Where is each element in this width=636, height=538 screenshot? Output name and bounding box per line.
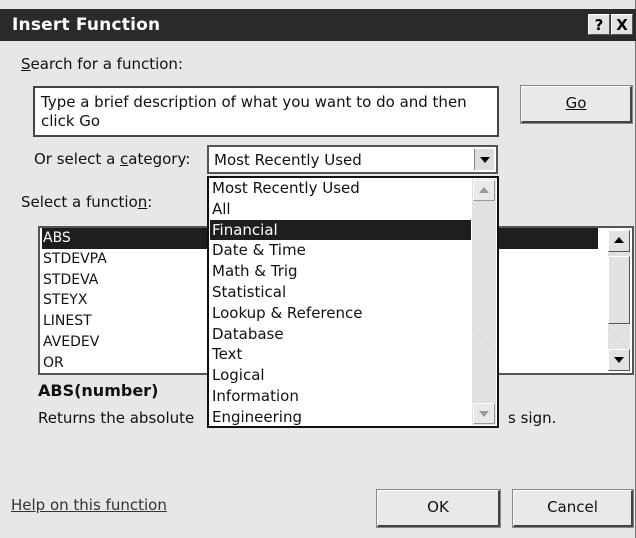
scroll-down-icon xyxy=(473,403,495,424)
function-list-scrollbar[interactable] xyxy=(608,230,630,371)
scroll-up-icon xyxy=(473,180,495,201)
function-list-label: Select a function: xyxy=(21,193,152,211)
function-item-or[interactable]: OR xyxy=(42,353,64,374)
category-option-text[interactable]: Text xyxy=(210,344,242,365)
scroll-up-glyph xyxy=(614,237,624,243)
function-signature: ABS(number) xyxy=(38,381,159,400)
function-description: Returns the absolute xyxy=(38,409,195,427)
search-label-text: earch for a function: xyxy=(30,55,183,73)
category-option-all[interactable]: All xyxy=(210,199,231,220)
category-label-text-2: ategory: xyxy=(128,150,191,168)
function-label-text-2: : xyxy=(147,193,153,211)
category-dropdown-scrollbar[interactable] xyxy=(472,179,496,425)
go-button-label: Go xyxy=(565,94,587,112)
category-option-statistical[interactable]: Statistical xyxy=(210,282,286,303)
ok-button[interactable]: OK xyxy=(376,489,501,528)
chevron-down-icon[interactable] xyxy=(474,149,494,170)
category-option-engineering[interactable]: Engineering xyxy=(210,407,302,426)
function-item-steyx[interactable]: STEYX xyxy=(42,290,87,311)
dialog-title: Insert Function xyxy=(12,15,161,35)
category-option-lookup-reference[interactable]: Lookup & Reference xyxy=(210,303,362,324)
function-item-avedev[interactable]: AVEDEV xyxy=(42,332,99,353)
help-on-function-link[interactable]: Help on this function xyxy=(11,496,167,514)
category-option-information[interactable]: Information xyxy=(210,386,299,407)
search-label: Search for a function: xyxy=(21,55,183,73)
category-label-text-1: Or select a xyxy=(34,150,121,168)
function-item-stdevpa[interactable]: STDEVPA xyxy=(42,249,107,270)
category-option-date-time[interactable]: Date & Time xyxy=(210,240,306,261)
category-option-most-recently-used[interactable]: Most Recently Used xyxy=(210,178,360,199)
category-dropdown-list[interactable]: Most Recently Used All Financial Date & … xyxy=(207,176,499,428)
category-option-math-trig[interactable]: Math & Trig xyxy=(210,261,298,282)
dropdown-scroll-up-glyph xyxy=(479,187,489,193)
scroll-down-glyph xyxy=(614,357,624,363)
function-label-text-1: Select a functio xyxy=(21,193,138,211)
dropdown-arrow-glyph xyxy=(480,157,490,163)
category-selected-value: Most Recently Used xyxy=(214,151,362,169)
help-button[interactable]: ? xyxy=(588,14,610,35)
cancel-button[interactable]: Cancel xyxy=(512,489,634,528)
scroll-down-icon[interactable] xyxy=(608,349,630,371)
insert-function-dialog: Insert Function ? X Search for a functio… xyxy=(0,0,636,538)
function-description-end: s sign. xyxy=(508,409,557,427)
title-bar[interactable]: Insert Function ? X xyxy=(0,9,636,41)
function-item-stdeva[interactable]: STDEVA xyxy=(42,270,98,291)
function-item-linest[interactable]: LINEST xyxy=(42,311,92,332)
dropdown-scroll-down-glyph xyxy=(479,411,489,417)
category-option-financial[interactable]: Financial xyxy=(210,219,471,241)
close-button[interactable]: X xyxy=(611,14,633,35)
category-option-database[interactable]: Database xyxy=(210,324,284,345)
go-button[interactable]: Go xyxy=(520,85,633,124)
scroll-up-icon[interactable] xyxy=(608,230,630,252)
scrollbar-thumb[interactable] xyxy=(608,256,630,324)
category-label: Or select a category: xyxy=(34,150,190,168)
search-input[interactable]: Type a brief description of what you wan… xyxy=(33,86,499,137)
search-label-accesskey: S xyxy=(21,55,31,73)
function-label-accesskey: n xyxy=(137,193,148,211)
category-option-logical[interactable]: Logical xyxy=(210,365,265,386)
category-select[interactable]: Most Recently Used xyxy=(207,145,498,174)
